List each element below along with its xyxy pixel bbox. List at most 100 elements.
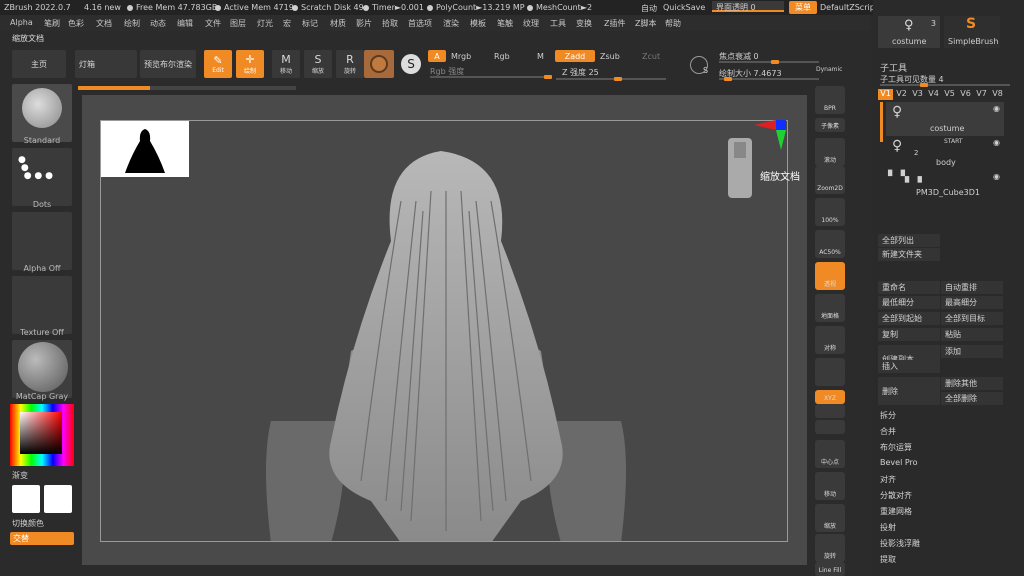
alternate-button[interactable]: 交替	[10, 532, 74, 545]
subtool-item-cube[interactable]: ▘▝▖▗ PM3D_Cube3D1 ◉	[886, 170, 1004, 200]
zcut-toggle[interactable]: Zcut	[642, 52, 660, 61]
body-eye-icon[interactable]: ◉	[993, 138, 1000, 147]
right-tool-7[interactable]: 透视	[815, 262, 845, 290]
menu-item[interactable]: 文件	[205, 18, 221, 29]
draw-button[interactable]: ✛ 绘制	[236, 50, 264, 78]
right-tool-14[interactable]: 中心点	[815, 440, 845, 468]
home-button[interactable]: 主页	[12, 50, 66, 78]
subtool-section-10[interactable]: 提取	[880, 554, 896, 565]
auto-label[interactable]: 自动	[641, 3, 657, 14]
version-tab-4[interactable]: V4	[926, 89, 941, 100]
menu-item[interactable]: 编辑	[177, 18, 193, 29]
switch-color-button[interactable]: 切换颜色	[12, 518, 44, 529]
z-intensity-slider[interactable]: Z 强度 25	[562, 67, 599, 78]
menu-item[interactable]: Z插件	[604, 18, 625, 29]
subtool-btn-1[interactable]: 全部列出	[878, 234, 940, 247]
focal-shift-handle[interactable]	[771, 60, 779, 64]
m-toggle[interactable]: M	[537, 52, 544, 61]
color-square[interactable]	[20, 412, 62, 454]
scale-button[interactable]: S 缩放	[304, 50, 332, 78]
menu-item[interactable]: 变换	[576, 18, 592, 29]
menu-item[interactable]: 宏	[283, 18, 291, 29]
subtool-item-costume[interactable]: ♀ costume ◉	[886, 102, 1004, 136]
menu-item[interactable]: 文档	[96, 18, 112, 29]
texture-swatch[interactable]	[12, 276, 72, 334]
color-picker[interactable]	[10, 404, 74, 466]
quicksave-button[interactable]: QuickSave	[663, 3, 705, 12]
menu-item[interactable]: Alpha	[10, 18, 33, 27]
z-intensity-track[interactable]	[556, 77, 666, 81]
right-tool-3[interactable]: 滚动	[815, 138, 845, 166]
menu-item[interactable]: 帮助	[665, 18, 681, 29]
menu-item[interactable]: 纹理	[523, 18, 539, 29]
eye-icon[interactable]: ◉	[993, 104, 1000, 113]
subtool-btn-7[interactable]: 全部到起始	[878, 312, 940, 325]
subtool-section-4[interactable]: Bevel Pro	[880, 458, 918, 467]
lightbox-button[interactable]: 灯箱	[75, 50, 137, 78]
zbrush-logo-button[interactable]: S	[397, 50, 425, 78]
menu-item[interactable]: 材质	[330, 18, 346, 29]
subtool-item-body[interactable]: ♀ 2 START body ◉	[886, 136, 1004, 170]
draw-size-handle[interactable]	[724, 77, 732, 81]
subtool-btn-3[interactable]: 重命名	[878, 281, 940, 294]
subtool-btn-9[interactable]: 复制	[878, 328, 940, 341]
right-tool-12[interactable]	[815, 404, 845, 418]
subtool-btn-13[interactable]: 插入	[878, 360, 940, 373]
subtool-btn-2[interactable]: 新建文件夹	[878, 248, 940, 261]
menu-item[interactable]: 笔触	[497, 18, 513, 29]
transparency-slider[interactable]: 界面透明 0	[712, 1, 784, 12]
version-tab-2[interactable]: V2	[894, 89, 909, 100]
stroke-swatch[interactable]: ● ● ● ● ●	[12, 148, 72, 206]
z-intensity-handle[interactable]	[614, 77, 622, 81]
right-tool-13[interactable]	[815, 420, 845, 434]
subtool-btn-15[interactable]: 删除其他	[941, 377, 1003, 390]
right-tool-10[interactable]	[815, 358, 845, 386]
gradient-label[interactable]: 渐变	[12, 470, 28, 481]
zsub-toggle[interactable]: Zsub	[600, 52, 620, 61]
right-tool-18[interactable]: Line Fill	[815, 562, 845, 576]
subtool-btn-14[interactable]: 删除	[878, 377, 940, 405]
version-tab-6[interactable]: V6	[958, 89, 973, 100]
menu-item[interactable]: 灯光	[257, 18, 273, 29]
primary-color[interactable]	[12, 485, 40, 513]
rgb-intensity-track[interactable]	[430, 75, 552, 79]
rgb-intensity-handle[interactable]	[544, 75, 552, 79]
subtool-btn-8[interactable]: 全部到目标	[941, 312, 1003, 325]
version-tab-3[interactable]: V3	[910, 89, 925, 100]
subtool-btn-16[interactable]: 全部删除	[941, 392, 1003, 405]
menu-item[interactable]: 图层	[230, 18, 246, 29]
s-toggle[interactable]: S	[703, 66, 708, 75]
edit-button[interactable]: ✎ Edit	[204, 50, 232, 78]
subtool-section-5[interactable]: 对齐	[880, 474, 896, 485]
navigation-gizmo[interactable]	[720, 118, 790, 208]
material-swatch[interactable]	[364, 50, 394, 78]
zadd-toggle[interactable]: Zadd	[555, 50, 595, 62]
subtool-section-6[interactable]: 分散对齐	[880, 490, 912, 501]
document-viewport[interactable]	[100, 120, 788, 542]
subtool-btn-6[interactable]: 最高细分	[941, 296, 1003, 309]
right-tool-11[interactable]: XYZ	[815, 390, 845, 404]
right-tool-17[interactable]: 旋转	[815, 534, 845, 562]
a-toggle[interactable]: A	[428, 50, 446, 62]
menu-item[interactable]: 模板	[470, 18, 486, 29]
menu-item[interactable]: 拾取	[382, 18, 398, 29]
subtool-visible-track[interactable]	[880, 83, 1010, 87]
subtool-section-1[interactable]: 拆分	[880, 410, 896, 421]
costume-tool-thumb[interactable]: ♀ 3 costume	[878, 16, 940, 48]
menu-item[interactable]: 绘制	[124, 18, 140, 29]
rgb-toggle[interactable]: Rgb	[494, 52, 510, 61]
sculpt-model[interactable]	[101, 121, 788, 542]
menu-item[interactable]: 工具	[550, 18, 566, 29]
right-tool-9[interactable]: 对称	[815, 326, 845, 354]
subtool-scroll[interactable]	[880, 102, 883, 142]
right-tool-5[interactable]: 100%	[815, 198, 845, 226]
rotate-button[interactable]: R 旋转	[336, 50, 364, 78]
menu-item[interactable]: 标记	[302, 18, 318, 29]
move-button[interactable]: M 移动	[272, 50, 300, 78]
menu-item[interactable]: 影片	[356, 18, 372, 29]
menu-button[interactable]: 菜单	[789, 1, 817, 14]
menu-item[interactable]: 色彩	[68, 18, 84, 29]
subtool-section-9[interactable]: 投影浅浮雕	[880, 538, 920, 549]
subtool-section-7[interactable]: 重建网格	[880, 506, 912, 517]
right-tool-2[interactable]: 子像素	[815, 118, 845, 132]
